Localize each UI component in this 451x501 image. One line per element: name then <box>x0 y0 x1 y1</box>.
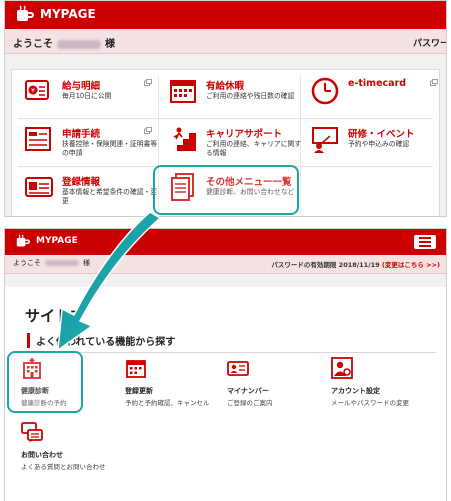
calendar-icon <box>170 80 196 103</box>
welcome-suffix: 様 <box>83 259 90 267</box>
password-change-link[interactable]: (変更はこちら >>) <box>382 261 440 269</box>
bottom-screenshot: MYPAGE ようこそ 様 パスワードの有効期限 2018/11/19 (変更はこ… <box>4 228 447 501</box>
user-name-blurred <box>45 260 79 266</box>
tile-title: e-timecard <box>348 78 407 89</box>
tile-desc: 毎月10日に公開 <box>62 92 112 100</box>
tile-desc: ご利用の連絡や残日数の確認 <box>206 92 295 100</box>
calendar-icon <box>126 360 146 378</box>
item-title: アカウント設定 <box>331 387 380 395</box>
item-contact[interactable]: お問い合わせ よくある質問とお問い合わせ <box>21 421 121 473</box>
tile-title: 給与明細 <box>62 81 101 92</box>
password-expiry-notice: パスワードの有効期限 2018/11/19 (変更はこちら >>) <box>271 259 440 269</box>
yen-receipt-icon: ¥ <box>25 80 49 100</box>
password-notice[interactable]: パスワードの <box>413 36 446 49</box>
page-title: サイトマ <box>25 307 86 325</box>
career-stairs-icon <box>170 127 196 151</box>
tile-title: 研修・イベント <box>348 129 415 140</box>
item-desc: メールやパスワードの変更 <box>331 399 409 407</box>
form-icon <box>25 127 51 151</box>
top-screenshot: MYPAGE ようこそ 様 パスワードの ¥ 給与明細 毎月10日に公開 <box>4 0 447 217</box>
item-registration-update[interactable]: 登録更新 予約と予約確認、キャンセル <box>125 357 225 409</box>
tile-e-timecard[interactable]: e-timecard <box>304 72 444 116</box>
item-title: お問い合わせ <box>21 451 63 459</box>
svg-text:¥: ¥ <box>31 88 35 95</box>
section-divider <box>23 352 436 353</box>
item-title: マイナンバー <box>227 387 269 395</box>
brand-name: MYPAGE <box>36 236 78 246</box>
tile-registration-info[interactable]: 登録情報 基本情報と希望条件の確認・変更 <box>18 168 158 212</box>
mypage-logo[interactable]: MYPAGE <box>15 234 78 248</box>
tile-title: 登録情報 <box>62 177 101 188</box>
hamburger-menu-icon[interactable] <box>414 235 436 249</box>
divider <box>18 118 433 119</box>
tile-desc: 基本情報と希望条件の確認・変更 <box>62 188 158 205</box>
item-account-settings[interactable]: アカウント設定 メールやパスワードの変更 <box>331 357 431 409</box>
section-title: よく使われている機能から探す <box>27 333 175 348</box>
tile-paid-leave[interactable]: 有給休暇 ご利用の連絡や残日数の確認 <box>162 72 302 116</box>
mynumber-card-icon <box>227 361 249 376</box>
welcome-prefix: ようこそ <box>13 259 41 267</box>
user-name-blurred <box>57 39 101 49</box>
external-window-icon <box>144 79 152 86</box>
tile-applications[interactable]: 申請手続 扶養控除・保険関連・証明書等の申請 <box>18 120 158 164</box>
welcome-text: ようこそ 様 <box>13 35 115 50</box>
tile-desc: ご利用の連絡、キャリアに関する情報 <box>206 140 302 157</box>
welcome-text: ようこそ 様 <box>13 258 90 268</box>
tile-career-support[interactable]: キャリアサポート ご利用の連絡、キャリアに関する情報 <box>162 120 302 164</box>
password-expiry-text: パスワードの有効期限 2018/11/19 <box>271 261 380 269</box>
welcome-prefix: ようこそ <box>13 39 53 50</box>
account-settings-icon <box>331 357 353 379</box>
clock-icon <box>311 77 339 105</box>
welcome-suffix: 様 <box>105 39 115 50</box>
presentation-icon <box>312 127 338 153</box>
highlight-other-menu <box>153 165 299 215</box>
tile-salary-statement[interactable]: ¥ 給与明細 毎月10日に公開 <box>18 72 158 116</box>
tile-title: 申請手続 <box>62 129 101 140</box>
header-bar: MYPAGE <box>5 1 446 29</box>
item-desc: ご登録のご案内 <box>227 399 273 407</box>
item-desc: 予約と予約確認、キャンセル <box>125 399 210 407</box>
external-window-icon <box>430 79 438 86</box>
item-my-number[interactable]: マイナンバー ご登録のご案内 <box>227 357 327 409</box>
tile-title: 有給休暇 <box>206 81 245 92</box>
header-bar: MYPAGE <box>5 229 446 255</box>
id-card-icon <box>25 177 53 197</box>
cup-logo-icon <box>16 234 30 247</box>
item-title: 登録更新 <box>125 387 153 395</box>
tile-training-events[interactable]: 研修・イベント 予約や申込みの確認 <box>304 120 444 164</box>
highlight-health-checkup <box>7 351 83 413</box>
cup-logo-icon <box>17 5 34 21</box>
welcome-bar: ようこそ 様 パスワードの有効期限 2018/11/19 (変更はこちら >>) <box>5 255 446 274</box>
tile-desc: 扶養控除・保険関連・証明書等の申請 <box>62 140 158 157</box>
tile-title: キャリアサポート <box>206 129 283 140</box>
chat-icon <box>21 422 43 443</box>
mypage-logo[interactable]: MYPAGE <box>15 5 96 23</box>
tile-desc: 予約や申込みの確認 <box>348 140 410 148</box>
external-window-icon <box>144 127 152 134</box>
brand-name: MYPAGE <box>40 7 96 21</box>
welcome-bar: ようこそ 様 パスワードの <box>5 29 446 54</box>
item-desc: よくある質問とお問い合わせ <box>21 463 106 471</box>
